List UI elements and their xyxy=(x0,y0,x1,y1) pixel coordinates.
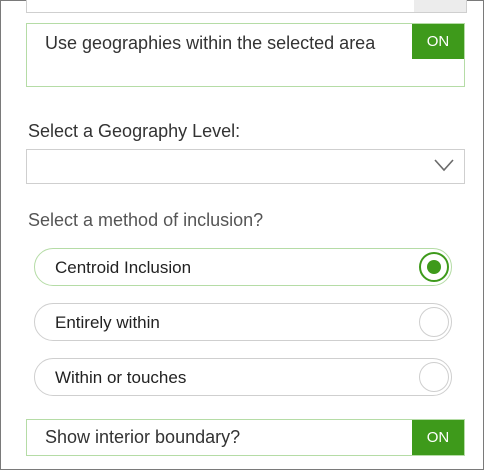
geography-level-label: Select a Geography Level: xyxy=(28,121,241,141)
geographies-toggle-button[interactable]: ON xyxy=(412,24,464,59)
radio-label: Entirely within xyxy=(55,313,160,332)
radio-dot-icon xyxy=(427,260,441,274)
radio-within-or-touches[interactable]: Within or touches xyxy=(34,358,452,396)
inclusion-method-label: Select a method of inclusion? xyxy=(28,210,264,230)
radio-button-icon[interactable] xyxy=(419,307,449,337)
interior-boundary-label: Show interior boundary? xyxy=(45,427,241,447)
radio-centroid-inclusion[interactable]: Centroid Inclusion xyxy=(34,248,452,286)
previous-toggle-button[interactable] xyxy=(414,0,466,12)
interior-boundary-toggle-row[interactable]: Show interior boundary? ON xyxy=(26,419,465,456)
radio-label: Centroid Inclusion xyxy=(55,258,192,277)
radio-button-icon[interactable] xyxy=(419,362,449,392)
previous-option-row xyxy=(26,0,467,13)
geographies-toggle-label: Use geographies within the selected area xyxy=(45,33,376,53)
geography-level-select[interactable] xyxy=(26,149,465,184)
radio-button-selected-icon[interactable] xyxy=(419,252,449,282)
interior-boundary-toggle-button[interactable]: ON xyxy=(412,420,464,455)
radio-entirely-within[interactable]: Entirely within xyxy=(34,303,452,341)
radio-label: Within or touches xyxy=(55,368,187,387)
geographies-toggle-row[interactable]: Use geographies within the selected area… xyxy=(26,23,465,87)
chevron-down-icon xyxy=(434,159,454,172)
